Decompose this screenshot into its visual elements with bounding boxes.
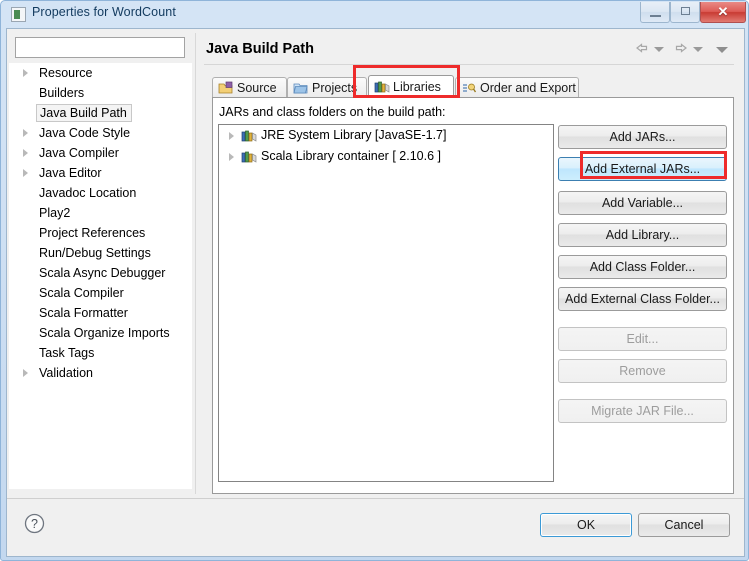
sidebar-item-play2[interactable]: Play2 <box>9 203 192 223</box>
sidebar-item-java-compiler[interactable]: Java Compiler <box>9 143 192 163</box>
sidebar-item-label: Javadoc Location <box>39 186 137 200</box>
build-path-tabs[interactable]: Source Projects Libraries Order and Export <box>212 75 734 98</box>
ok-button[interactable]: OK <box>540 513 632 537</box>
migrate-jar-file-button: Migrate JAR File... <box>558 399 727 423</box>
settings-tree[interactable]: Resource Builders Java Build Path Java Code… <box>9 63 192 489</box>
close-button[interactable]: ✕ <box>700 2 746 23</box>
maximize-button[interactable] <box>670 2 700 23</box>
sidebar-item-scala-formatter[interactable]: Scala Formatter <box>9 303 192 323</box>
sidebar-item-label: Resource <box>39 66 93 80</box>
jars-list-item-label: JRE System Library [JavaSE-1.7] <box>261 128 447 142</box>
back-menu-chevron-down-icon[interactable] <box>654 41 670 57</box>
tab-order-and-export[interactable]: Order and Export <box>455 77 579 98</box>
page-title: Java Build Path <box>206 41 314 57</box>
source-folder-icon <box>218 81 234 95</box>
add-jars-button[interactable]: Add JARs... <box>558 125 727 149</box>
jars-list-item[interactable]: JRE System Library [JavaSE-1.7] <box>219 125 553 146</box>
sidebar-item-project-references[interactable]: Project References <box>9 223 192 243</box>
sidebar-item-builders[interactable]: Builders <box>9 83 192 103</box>
eclipse-icon <box>11 7 26 22</box>
jars-list-label: JARs and class folders on the build path… <box>219 105 446 119</box>
jars-list-item-label: Scala Library container [ 2.10.6 ] <box>261 149 441 163</box>
properties-dialog-window: Properties for WordCount ✕ Resource Build… <box>0 0 749 561</box>
edit-button: Edit... <box>558 327 727 351</box>
title-divider <box>204 64 734 65</box>
sidebar-item-label: Scala Compiler <box>39 286 124 300</box>
expand-arrow-icon[interactable] <box>229 132 234 140</box>
order-export-icon <box>461 81 477 95</box>
sidebar-item-run-debug-settings[interactable]: Run/Debug Settings <box>9 243 192 263</box>
sidebar-item-label: Java Code Style <box>39 126 131 140</box>
cancel-button[interactable]: Cancel <box>638 513 730 537</box>
expand-arrow-icon[interactable] <box>23 69 28 77</box>
sidebar-item-label: Project References <box>39 226 146 240</box>
title-bar[interactable]: Properties for WordCount ✕ <box>1 1 749 28</box>
jars-list[interactable]: JRE System Library [JavaSE-1.7] Scala Lib… <box>218 124 554 482</box>
expand-arrow-icon[interactable] <box>23 129 28 137</box>
sidebar-item-java-code-style[interactable]: Java Code Style <box>9 123 192 143</box>
sidebar-item-label: Scala Async Debugger <box>39 266 166 280</box>
pane-divider <box>195 33 196 494</box>
expand-arrow-icon[interactable] <box>23 149 28 157</box>
sidebar-item-scala-async-debugger[interactable]: Scala Async Debugger <box>9 263 192 283</box>
sidebar-item-scala-organize-imports[interactable]: Scala Organize Imports <box>9 323 192 343</box>
settings-filter-input[interactable] <box>15 37 185 58</box>
window-title: Properties for WordCount <box>32 5 176 19</box>
tab-label: Projects <box>312 81 358 95</box>
sidebar-item-label: Java Editor <box>39 166 102 180</box>
sidebar-item-label: Run/Debug Settings <box>39 246 151 260</box>
sidebar-item-label: Java Build Path <box>36 104 132 122</box>
expand-arrow-icon[interactable] <box>23 169 28 177</box>
library-icon <box>241 150 257 164</box>
tab-label: Libraries <box>393 80 441 94</box>
sidebar-item-task-tags[interactable]: Task Tags <box>9 343 192 363</box>
add-class-folder-button[interactable]: Add Class Folder... <box>558 255 727 279</box>
sidebar-item-label: Validation <box>39 366 93 380</box>
help-question-icon[interactable]: ? <box>23 512 46 535</box>
tab-source[interactable]: Source <box>212 77 287 98</box>
add-external-class-folder-button[interactable]: Add External Class Folder... <box>558 287 727 311</box>
view-menu-chevron-down-icon[interactable] <box>716 41 732 57</box>
footer-divider <box>7 498 744 499</box>
remove-button: Remove <box>558 359 727 383</box>
expand-arrow-icon[interactable] <box>23 369 28 377</box>
sidebar-item-javadoc-location[interactable]: Javadoc Location <box>9 183 192 203</box>
back-arrow-icon[interactable] <box>634 41 650 57</box>
sidebar-item-label: Builders <box>39 86 85 100</box>
projects-folder-icon <box>293 81 309 95</box>
forward-arrow-icon[interactable] <box>673 41 689 57</box>
tab-projects[interactable]: Projects <box>287 77 367 98</box>
forward-menu-chevron-down-icon[interactable] <box>693 41 709 57</box>
add-variable-button[interactable]: Add Variable... <box>558 191 727 215</box>
add-library-button[interactable]: Add Library... <box>558 223 727 247</box>
expand-arrow-icon[interactable] <box>229 153 234 161</box>
sidebar-item-label: Java Compiler <box>39 146 119 160</box>
sidebar-item-java-editor[interactable]: Java Editor <box>9 163 192 183</box>
add-external-jars-button[interactable]: Add External JARs... <box>558 157 727 181</box>
minimize-button[interactable] <box>640 2 670 23</box>
sidebar-item-label: Task Tags <box>39 346 95 360</box>
sidebar-item-label: Scala Formatter <box>39 306 128 320</box>
sidebar-item-java-build-path[interactable]: Java Build Path <box>9 103 192 123</box>
sidebar-item-label: Scala Organize Imports <box>39 326 170 340</box>
tab-label: Source <box>237 81 277 95</box>
libraries-books-icon <box>374 79 390 93</box>
sidebar-item-scala-compiler[interactable]: Scala Compiler <box>9 283 192 303</box>
svg-text:?: ? <box>31 517 38 531</box>
tab-libraries[interactable]: Libraries <box>368 75 454 98</box>
library-icon <box>241 129 257 143</box>
jars-list-item[interactable]: Scala Library container [ 2.10.6 ] <box>219 146 553 167</box>
sidebar-item-label: Play2 <box>39 206 71 220</box>
sidebar-item-validation[interactable]: Validation <box>9 363 192 383</box>
sidebar-item-resource[interactable]: Resource <box>9 63 192 83</box>
tab-label: Order and Export <box>480 81 576 95</box>
